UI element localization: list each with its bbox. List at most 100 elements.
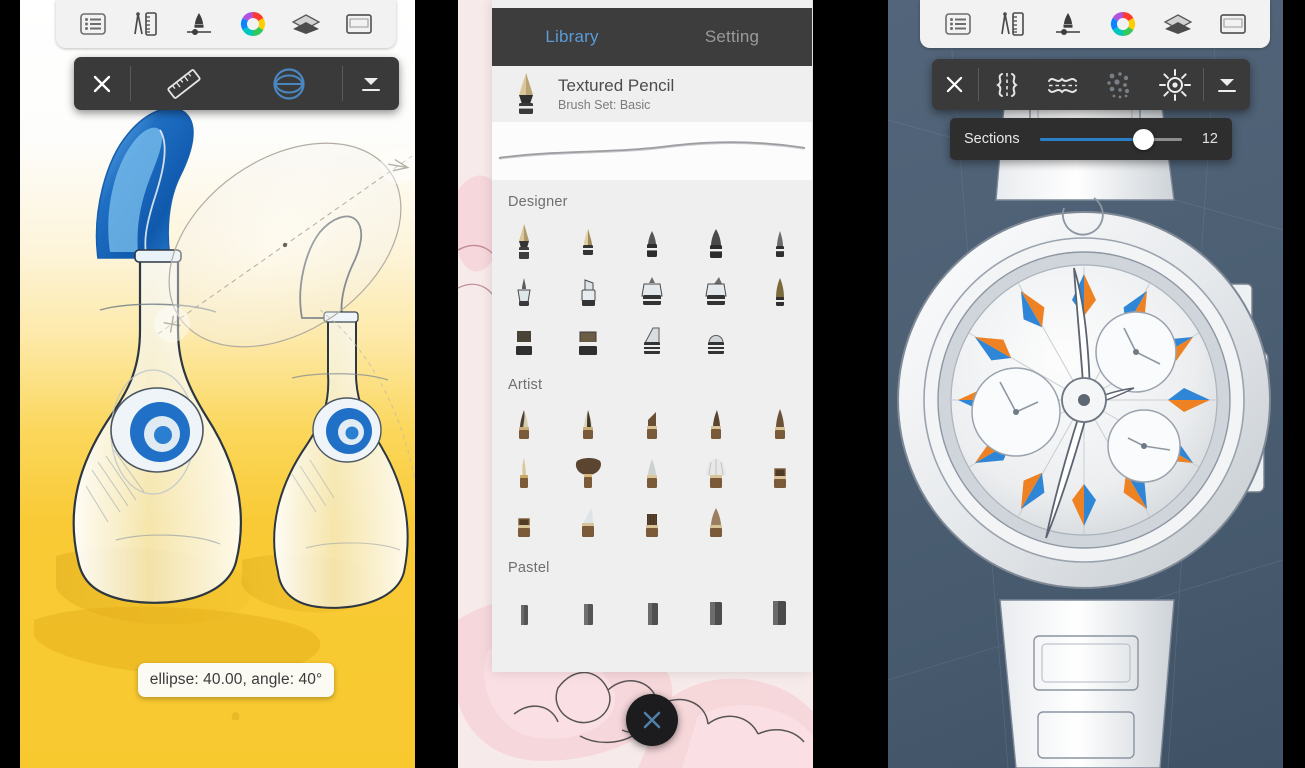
sections-slider-track[interactable] [1040, 128, 1182, 150]
brush-item[interactable] [492, 216, 556, 265]
section-label-artist: Artist [508, 377, 543, 393]
brush-item[interactable] [620, 399, 684, 448]
brush-item[interactable] [492, 265, 556, 314]
close-icon [643, 711, 661, 729]
list-menu-icon[interactable] [941, 9, 975, 39]
symmetry-collapse-button[interactable] [1204, 59, 1250, 110]
brush-item[interactable] [620, 448, 684, 497]
brush-item[interactable] [620, 216, 684, 265]
sections-slider-value: 12 [1201, 131, 1218, 147]
brush-stroke-preview [492, 122, 812, 180]
right-system-toolbar[interactable] [920, 0, 1270, 48]
brush-size-icon[interactable] [182, 9, 216, 39]
brush-item[interactable] [748, 399, 812, 448]
brush-item[interactable] [620, 497, 684, 546]
list-menu-icon[interactable] [76, 9, 110, 39]
radial-symmetry-button[interactable] [1147, 59, 1203, 110]
radial-symmetry-icon [1159, 68, 1192, 101]
sections-slider-label: Sections [964, 131, 1020, 147]
brush-item[interactable] [684, 265, 748, 314]
brush-item[interactable] [556, 399, 620, 448]
canvas-icon[interactable] [342, 9, 376, 39]
middle-device-panel: Library Setting Textured Pencil Brush Se… [458, 0, 813, 768]
symmetry-toolstrip[interactable] [932, 59, 1250, 110]
home-icon [230, 711, 241, 720]
brush-item[interactable] [684, 448, 748, 497]
tab-setting[interactable]: Setting [652, 27, 812, 47]
brush-item[interactable] [492, 448, 556, 497]
brush-item[interactable] [748, 448, 812, 497]
brush-row [492, 582, 812, 631]
brush-library-scroll[interactable]: Designer Artist Pastel [492, 180, 812, 672]
close-library-button[interactable] [626, 694, 678, 746]
pencil-brush-icon [519, 73, 533, 114]
ellipse-collapse-button[interactable] [343, 57, 399, 110]
brush-item[interactable] [556, 216, 620, 265]
kaleidoscope-button[interactable] [1091, 59, 1147, 110]
layers-icon[interactable] [1161, 9, 1195, 39]
current-brush-subtitle: Brush Set: Basic [558, 98, 651, 113]
brush-item[interactable] [684, 582, 748, 631]
color-wheel-icon[interactable] [236, 9, 270, 39]
symmetry-vertical-button[interactable] [979, 59, 1035, 110]
left-device-panel: ellipse: 40.00, angle: 40° [20, 0, 415, 768]
brush-item[interactable] [492, 582, 556, 631]
section-label-pastel: Pastel [508, 560, 550, 576]
ellipse-close-button[interactable] [74, 57, 130, 110]
brush-item[interactable] [748, 582, 812, 631]
brush-item[interactable] [556, 497, 620, 546]
section-label-designer: Designer [508, 194, 568, 210]
brush-library-tabs[interactable]: Library Setting [492, 8, 812, 66]
tools-ruler-icon[interactable] [129, 9, 163, 39]
ruler-tool-button[interactable] [131, 57, 237, 110]
brush-item[interactable] [684, 497, 748, 546]
brush-item[interactable] [748, 216, 812, 265]
brush-row [492, 448, 812, 497]
tools-ruler-icon[interactable] [996, 9, 1030, 39]
brush-item[interactable] [492, 497, 556, 546]
sections-slider-thumb[interactable] [1133, 128, 1155, 150]
brush-item[interactable] [620, 582, 684, 631]
ellipse-readout-text: ellipse: 40.00, angle: 40° [149, 671, 323, 688]
bottle-sketch-artwork [34, 107, 415, 677]
symmetry-vertical-icon [996, 72, 1018, 97]
brush-row [492, 314, 812, 363]
brush-item[interactable] [620, 314, 684, 363]
color-wheel-icon[interactable] [1106, 9, 1140, 39]
layers-icon[interactable] [289, 9, 323, 39]
tab-library[interactable]: Library [492, 27, 652, 47]
symmetry-horizontal-button[interactable] [1035, 59, 1091, 110]
brush-size-icon[interactable] [1051, 9, 1085, 39]
left-system-toolbar[interactable] [56, 0, 396, 48]
brush-item[interactable] [684, 216, 748, 265]
brush-row [492, 265, 812, 314]
current-brush-title: Textured Pencil [558, 75, 675, 95]
brush-item[interactable] [492, 399, 556, 448]
brush-row [492, 497, 812, 546]
sketch-canvas-bottles[interactable]: ellipse: 40.00, angle: 40° [20, 0, 415, 768]
sketch-canvas-watch[interactable] [888, 0, 1283, 768]
brush-row [492, 216, 812, 265]
preview-stroke [498, 141, 806, 160]
brush-item[interactable] [748, 265, 812, 314]
ellipse-readout-tooltip: ellipse: 40.00, angle: 40° [138, 663, 334, 697]
brush-item[interactable] [556, 265, 620, 314]
brush-item[interactable] [556, 314, 620, 363]
ellipse-tool-button[interactable] [237, 57, 343, 110]
sections-slider-fill [1040, 137, 1144, 141]
symmetry-close-button[interactable] [932, 59, 978, 110]
left-ellipse-toolstrip[interactable] [74, 57, 399, 110]
watch-sketch-artwork [888, 0, 1283, 768]
brush-item[interactable] [492, 314, 556, 363]
canvas-icon[interactable] [1216, 9, 1250, 39]
brush-item[interactable] [556, 582, 620, 631]
brush-item[interactable] [684, 314, 748, 363]
kaleidoscope-icon [1107, 71, 1130, 98]
current-brush-header[interactable]: Textured Pencil Brush Set: Basic [492, 66, 812, 122]
symmetry-horizontal-icon [1047, 76, 1077, 94]
screenshot-stage: ellipse: 40.00, angle: 40° Library Setti… [0, 0, 1305, 768]
sections-slider-panel[interactable]: Sections 12 [950, 118, 1232, 160]
brush-item[interactable] [684, 399, 748, 448]
brush-item[interactable] [620, 265, 684, 314]
brush-item[interactable] [556, 448, 620, 497]
